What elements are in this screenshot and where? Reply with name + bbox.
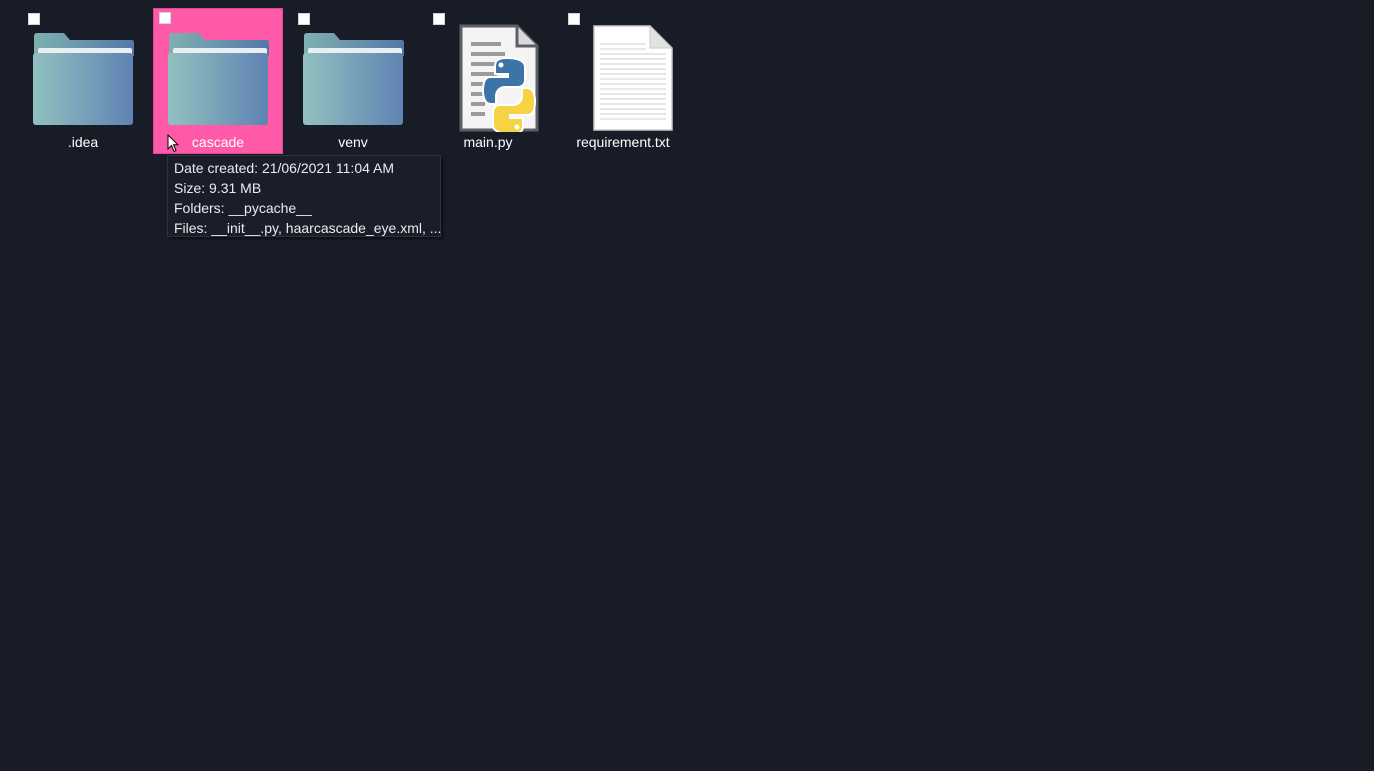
desktop-item-venv[interactable]: venv bbox=[288, 8, 418, 154]
desktop-item-requirement-txt[interactable]: requirement.txt bbox=[558, 8, 688, 154]
desktop-item-cascade[interactable]: cascade bbox=[153, 8, 283, 154]
tooltip-date-created: Date created: 21/06/2021 11:04 AM bbox=[174, 160, 395, 176]
desktop: .idea cascade venv main.py requirement.t… bbox=[0, 0, 1374, 771]
folder-icon bbox=[33, 33, 134, 125]
text-file-icon bbox=[593, 24, 674, 131]
tooltip-size: Size: 9.31 MB bbox=[174, 180, 262, 196]
folder-icon bbox=[168, 33, 269, 125]
item-label: requirement.txt bbox=[576, 134, 670, 150]
folder-icon bbox=[303, 33, 404, 125]
item-label: venv bbox=[338, 134, 368, 150]
mouse-cursor-icon bbox=[167, 134, 179, 153]
folder-info-tooltip: Date created: 21/06/2021 11:04 AM Size: … bbox=[167, 155, 441, 237]
tooltip-files: Files: __init__.py, haarcascade_eye.xml,… bbox=[174, 220, 442, 236]
python-file-icon bbox=[459, 24, 539, 132]
item-label: main.py bbox=[463, 134, 513, 150]
item-label: .idea bbox=[67, 134, 99, 150]
desktop-item-main-py[interactable]: main.py bbox=[423, 8, 553, 154]
desktop-item-idea[interactable]: .idea bbox=[18, 8, 148, 154]
tooltip-folders: Folders: __pycache__ bbox=[174, 200, 312, 216]
